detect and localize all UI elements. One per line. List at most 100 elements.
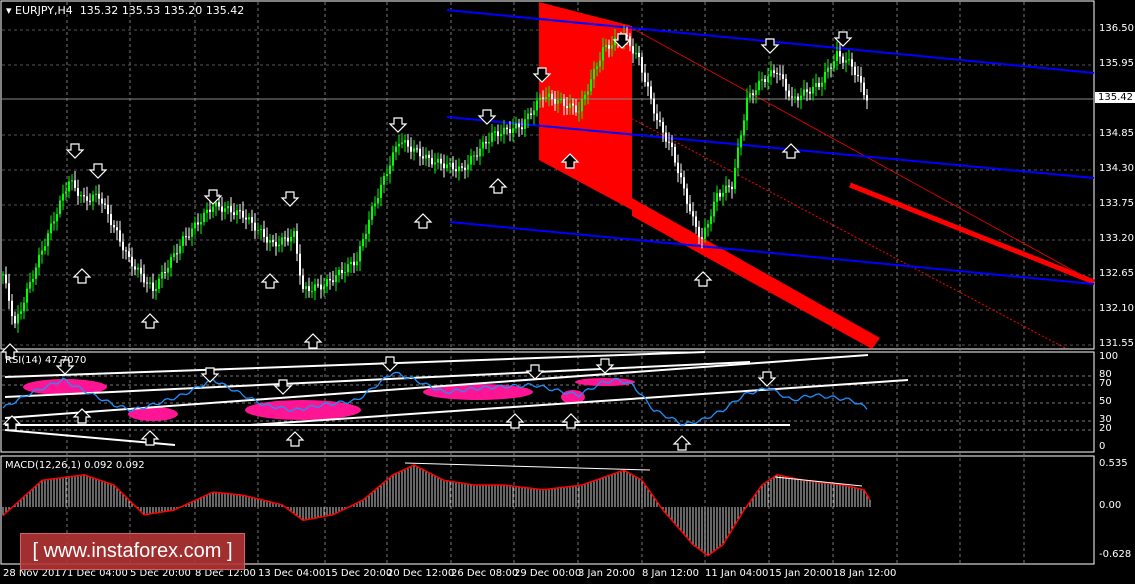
candle-body: [719, 193, 721, 197]
candle-body: [305, 286, 307, 289]
candle-body: [599, 60, 601, 67]
candle-body: [845, 60, 847, 63]
candle-body: [14, 316, 16, 324]
price-axis-label: 133.75: [1099, 198, 1134, 209]
candle-body: [311, 290, 313, 292]
candle-body: [665, 132, 667, 142]
candle-body: [320, 284, 322, 290]
candle-body: [206, 209, 208, 213]
candle-body: [419, 148, 421, 157]
arrow-up-icon: [72, 268, 92, 284]
candle-body: [260, 229, 262, 231]
candle-body: [236, 210, 238, 215]
candle-body: [662, 122, 664, 133]
candle-body: [41, 250, 43, 255]
candle-body: [515, 123, 517, 129]
time-axis-label: 13 Dec 04:00: [258, 568, 326, 579]
candle-body: [773, 70, 775, 73]
candle-body: [764, 79, 766, 83]
current-price-tag: 135.42: [1095, 92, 1135, 103]
candle-body: [551, 93, 553, 100]
candle-body: [62, 193, 64, 201]
candle-body: [725, 185, 727, 193]
candle-body: [2, 274, 4, 276]
candle-body: [677, 162, 679, 173]
candle-body: [860, 76, 862, 83]
chart-canvas[interactable]: [0, 0, 1135, 584]
candle-body: [83, 195, 85, 197]
candle-body: [5, 274, 7, 284]
candle-body: [593, 68, 595, 80]
candle-body: [329, 279, 331, 281]
candle-body: [476, 155, 478, 157]
candle-body: [389, 165, 391, 175]
candle-body: [77, 187, 79, 196]
candle-body: [140, 267, 142, 274]
candle-body: [602, 47, 604, 61]
candle-body: [194, 222, 196, 229]
candle-body: [71, 180, 73, 182]
candle-body: [338, 270, 340, 276]
candle-body: [674, 147, 676, 163]
arrow-up-icon: [285, 431, 305, 447]
candle-body: [170, 257, 172, 268]
candle-body: [794, 96, 796, 98]
candle-body: [143, 273, 145, 283]
candle-body: [788, 90, 790, 97]
macd-axis-label: 0.535: [1099, 458, 1128, 469]
candle-body: [833, 61, 835, 69]
candle-body: [155, 288, 157, 291]
candle-body: [65, 191, 67, 194]
candle-body: [542, 97, 544, 99]
time-axis-label: 11 Jan 04:00: [705, 568, 769, 579]
candle-body: [254, 222, 256, 231]
candle-body: [692, 211, 694, 217]
candle-body: [815, 83, 817, 87]
candle-body: [539, 97, 541, 101]
candle-body: [863, 82, 865, 96]
candle-body: [287, 237, 289, 242]
candle-body: [605, 45, 607, 48]
arrow-up-icon: [260, 273, 280, 289]
symbol: EURJPY,H4: [15, 4, 73, 17]
macd-divergence-line: [774, 476, 863, 487]
candle-body: [857, 74, 859, 77]
candle-body: [413, 148, 415, 152]
price-axis-label: 135.95: [1099, 58, 1134, 69]
candle-body: [290, 236, 292, 242]
time-axis-label: 18 Jan 12:00: [833, 568, 897, 579]
candle-body: [797, 96, 799, 101]
candle-body: [227, 206, 229, 209]
candle-body: [56, 214, 58, 222]
candle-body: [23, 302, 25, 312]
candle-body: [446, 164, 448, 169]
candle-body: [656, 113, 658, 121]
candle-body: [251, 217, 253, 223]
candle-body: [224, 208, 226, 212]
candle-body: [242, 210, 244, 218]
candle-body: [245, 217, 247, 220]
watermark-logo: [ www.instaforex.com ]: [20, 533, 245, 570]
candle-body: [125, 250, 127, 252]
candle-body: [710, 216, 712, 225]
candle-body: [20, 311, 22, 314]
candle-body: [464, 167, 466, 170]
candle-body: [839, 51, 841, 57]
red-trendline: [849, 182, 1095, 285]
candle-body: [368, 219, 370, 234]
candle-body: [467, 164, 469, 170]
candle-body: [740, 135, 742, 148]
candle-body: [92, 194, 94, 202]
candle-body: [575, 105, 577, 113]
candle-body: [281, 237, 283, 245]
candle-body: [638, 52, 640, 57]
candle-body: [341, 270, 343, 274]
candle-body: [800, 95, 802, 101]
candle-body: [554, 99, 556, 104]
rsi-axis-label: 70: [1099, 378, 1112, 389]
candle-body: [566, 105, 568, 108]
candle-body: [359, 246, 361, 262]
candle-body: [230, 206, 232, 213]
candle-body: [782, 74, 784, 79]
candle-body: [482, 141, 484, 149]
